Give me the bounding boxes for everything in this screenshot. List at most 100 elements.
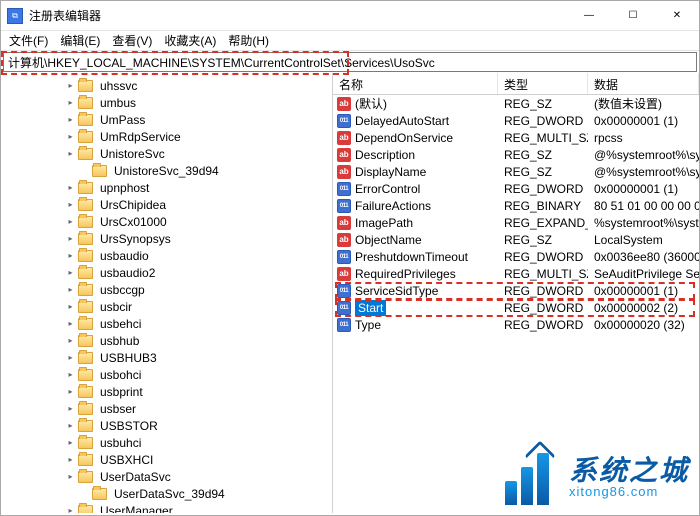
cell-data: 0x0036ee80 (3600000) [588,250,699,264]
expand-icon[interactable]: ▸ [65,284,76,295]
list-row[interactable]: DescriptionREG_SZ@%systemroot%\system32 [333,146,699,163]
folder-icon [78,233,93,245]
cell-name: ObjectName [333,232,498,248]
cell-name: (默认) [333,95,498,113]
list-row[interactable]: FailureActionsREG_BINARY80 51 01 00 00 0… [333,197,699,214]
expand-icon[interactable]: ▸ [65,182,76,193]
list-row[interactable]: DisplayNameREG_SZ@%systemroot%\system32 [333,163,699,180]
tree-item[interactable]: ▸umbus [65,94,332,111]
tree-item[interactable]: ▸USBSTOR [65,417,332,434]
tree-item[interactable]: ▸usbohci [65,366,332,383]
list-row[interactable]: DelayedAutoStartREG_DWORD0x00000001 (1) [333,112,699,129]
tree-item[interactable]: ▸UmPass [65,111,332,128]
expand-icon[interactable]: ▸ [65,335,76,346]
menu-help[interactable]: 帮助(H) [222,30,275,51]
tree-item-label: usbhub [97,333,142,349]
list-row[interactable]: ErrorControlREG_DWORD0x00000001 (1) [333,180,699,197]
menu-view[interactable]: 查看(V) [106,30,158,51]
expand-icon[interactable] [79,488,90,499]
tree-item-label: UrsCx01000 [97,214,170,230]
expand-icon[interactable]: ▸ [65,97,76,108]
expand-icon[interactable]: ▸ [65,148,76,159]
tree-item[interactable]: ▸ usbhub [65,332,332,349]
expand-icon[interactable]: ▸ [65,386,76,397]
expand-icon[interactable]: ▸ [65,301,76,312]
tree-item[interactable]: ▸UserDataSvc [65,468,332,485]
list-row[interactable]: DependOnServiceREG_MULTI_SZrpcss [333,129,699,146]
tree-item[interactable]: ▸UserManager [65,502,332,513]
tree-item[interactable]: ▸usbehci [65,315,332,332]
header-data[interactable]: 数据 [588,73,699,94]
tree-item[interactable]: UserDataSvc_39d94 [79,485,332,502]
list-row[interactable]: ServiceSidTypeREG_DWORD0x00000001 (1) [333,282,699,299]
expand-icon[interactable]: ▸ [65,437,76,448]
tree-item[interactable]: ▸usbcir [65,298,332,315]
list-row[interactable]: ImagePathREG_EXPAND_SZ%systemroot%\syste… [333,214,699,231]
value-name: ImagePath [355,215,413,231]
tree-item[interactable]: ▸UrsSynopsys [65,230,332,247]
tree-item[interactable]: ▸upnphost [65,179,332,196]
tree-item[interactable]: ▸usbser [65,400,332,417]
list-row[interactable]: RequiredPrivilegesREG_MULTI_SZSeAuditPri… [333,265,699,282]
expand-icon[interactable]: ▸ [65,318,76,329]
cell-data: LocalSystem [588,233,699,247]
expand-icon[interactable]: ▸ [65,352,76,363]
minimize-button[interactable]: — [567,1,611,31]
list-row[interactable]: (默认)REG_SZ(数值未设置) [333,95,699,112]
folder-icon [78,505,93,514]
expand-icon[interactable]: ▸ [65,454,76,465]
addressbar-container: 计算机\HKEY_LOCAL_MACHINE\SYSTEM\CurrentCon… [1,51,699,73]
tree-item[interactable]: ▸usbuhci [65,434,332,451]
maximize-button[interactable]: ☐ [611,1,655,31]
header-name[interactable]: 名称 [333,73,498,94]
list-row[interactable]: TypeREG_DWORD0x00000020 (32) [333,316,699,333]
expand-icon[interactable]: ▸ [65,267,76,278]
menu-edit[interactable]: 编辑(E) [54,30,106,51]
expand-icon[interactable] [79,165,90,176]
tree-item[interactable]: ▸uhssvc [65,77,332,94]
expand-icon[interactable]: ▸ [65,216,76,227]
cell-name: RequiredPrivileges [333,266,498,282]
tree-item[interactable]: ▸UnistoreSvc [65,145,332,162]
menu-file[interactable]: 文件(F) [3,30,54,51]
tree-item[interactable]: ▸usbaudio [65,247,332,264]
tree-item[interactable]: ▸ UmRdpService [65,128,332,145]
dword-icon [337,182,351,196]
list-row[interactable]: PreshutdownTimeoutREG_DWORD0x0036ee80 (3… [333,248,699,265]
expand-icon[interactable]: ▸ [65,80,76,91]
expand-icon[interactable]: ▸ [65,369,76,380]
tree-item[interactable]: ▸USBHUB3 [65,349,332,366]
cell-type: REG_BINARY [498,199,588,213]
header-type[interactable]: 类型 [498,73,588,94]
tree-item-label: UnistoreSvc_39d94 [111,163,222,179]
folder-icon [78,199,93,211]
main-split: ▸uhssvc▸umbus▸UmPass▸UmRdpService▸Unisto… [1,73,699,513]
expand-icon[interactable]: ▸ [65,250,76,261]
list-body[interactable]: (默认)REG_SZ(数值未设置)DelayedAutoStartREG_DWO… [333,95,699,513]
list-row[interactable]: StartREG_DWORD0x00000002 (2) [333,299,699,316]
tree-item-label: UmRdpService [97,129,184,145]
tree-item[interactable]: UnistoreSvc_39d94 [79,162,332,179]
expand-icon[interactable]: ▸ [65,403,76,414]
expand-icon[interactable]: ▸ [65,505,76,513]
treeview[interactable]: ▸uhssvc▸umbus▸UmPass▸UmRdpService▸Unisto… [1,73,333,513]
tree-item[interactable]: ▸ usbccgp [65,281,332,298]
tree-item-label: usbccgp [97,282,148,298]
expand-icon[interactable]: ▸ [65,233,76,244]
tree-item[interactable]: ▸UrsChipidea [65,196,332,213]
tree-item[interactable]: ▸usbaudio2 [65,264,332,281]
address-input[interactable]: 计算机\HKEY_LOCAL_MACHINE\SYSTEM\CurrentCon… [3,52,697,72]
tree-item[interactable]: ▸USBXHCI [65,451,332,468]
tree-item[interactable]: ▸ UrsCx01000 [65,213,332,230]
tree-item[interactable]: ▸usbprint [65,383,332,400]
close-button[interactable]: ✕ [655,1,699,31]
expand-icon[interactable]: ▸ [65,420,76,431]
expand-icon[interactable]: ▸ [65,131,76,142]
expand-icon[interactable]: ▸ [65,114,76,125]
expand-icon[interactable]: ▸ [65,199,76,210]
cell-data: 0x00000002 (2) [588,301,699,315]
menu-favorites[interactable]: 收藏夹(A) [158,30,222,51]
folder-icon [78,216,93,228]
list-row[interactable]: ObjectNameREG_SZLocalSystem [333,231,699,248]
expand-icon[interactable]: ▸ [65,471,76,482]
